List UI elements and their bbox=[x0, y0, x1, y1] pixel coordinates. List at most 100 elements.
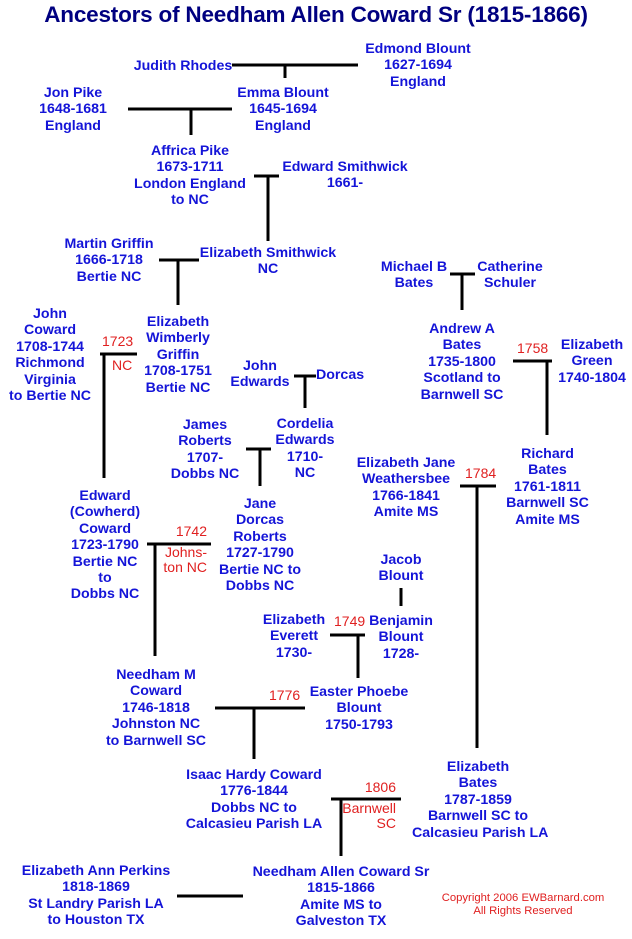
person-name: Martin Griffin bbox=[64, 236, 154, 252]
marriage-1749: 1749 bbox=[334, 614, 365, 629]
person-name: Elizabeth Smithwick bbox=[199, 245, 337, 261]
person-name: Emma Blount bbox=[237, 85, 329, 101]
person-dates: 1666-1718 bbox=[75, 252, 143, 269]
person-john-coward: John Coward 1708-1744 Richmond Virginia … bbox=[5, 306, 95, 404]
person-place: Dobbs NC to bbox=[211, 799, 297, 816]
person-dates: 1710- bbox=[286, 448, 324, 465]
person-martin-griffin: Martin Griffin 1666-1718 Bertie NC bbox=[59, 236, 159, 285]
person-name: Everett bbox=[269, 628, 319, 645]
person-name: Edwards bbox=[275, 432, 335, 449]
person-place: Bertie NC to bbox=[219, 561, 301, 578]
person-place: NC bbox=[294, 465, 316, 482]
person-place: Scotland to bbox=[423, 370, 501, 387]
person-elizabeth-smithwick: Elizabeth Smithwick NC bbox=[199, 245, 337, 278]
person-elizabeth-wimberly-griffin: Elizabeth Wimberly Griffin 1708-1751 Ber… bbox=[138, 314, 218, 396]
person-name: Edward Smithwick bbox=[282, 159, 408, 175]
person-dates: 1735-1800 bbox=[428, 353, 496, 370]
person-dates: 1787-1859 bbox=[444, 791, 512, 808]
person-place: Dobbs NC bbox=[170, 466, 240, 483]
person-benjamin-blount: Benjamin Blount 1728- bbox=[366, 613, 436, 662]
person-place: Johnston NC bbox=[111, 716, 201, 733]
person-name: Wimberly bbox=[146, 330, 210, 347]
person-name: Edward bbox=[79, 488, 131, 504]
person-name: Edwards bbox=[230, 374, 290, 391]
person-name: Dorcas bbox=[235, 512, 285, 529]
person-name: Griffin bbox=[156, 346, 200, 363]
person-name: Jon Pike bbox=[43, 85, 103, 101]
person-affrica-pike: Affrica Pike 1673-1711 London England to… bbox=[130, 143, 250, 209]
person-dates: 1708-1751 bbox=[144, 363, 212, 380]
person-name: Benjamin bbox=[369, 613, 433, 629]
person-place: London England bbox=[134, 175, 246, 192]
person-dates: 1627-1694 bbox=[384, 57, 452, 74]
person-name: Andrew A bbox=[429, 321, 495, 337]
marriage-year: 1776 bbox=[269, 687, 301, 703]
person-elizabeth-bates: Elizabeth Bates 1787-1859 Barnwell SC to… bbox=[412, 759, 548, 841]
marriage-1776: 1776 bbox=[269, 688, 300, 703]
person-dates: 1708-1744 bbox=[16, 338, 84, 355]
person-jacob-blount: Jacob Blount bbox=[368, 552, 434, 585]
person-place: to NC bbox=[171, 192, 209, 209]
person-place: Bertie NC bbox=[145, 379, 211, 396]
person-dates: 1776-1844 bbox=[220, 783, 288, 800]
person-name: Elizabeth bbox=[560, 337, 624, 353]
person-name: Needham M bbox=[116, 667, 196, 683]
person-name: Blount bbox=[378, 568, 424, 585]
person-name: Needham Allen Coward Sr bbox=[252, 864, 430, 880]
person-name: Jacob bbox=[380, 552, 422, 568]
person-dates: 1728- bbox=[382, 645, 420, 662]
person-dates: 1750-1793 bbox=[325, 716, 393, 733]
marriage-year: 1742 bbox=[175, 523, 207, 539]
marriage-place: Barnwell bbox=[342, 800, 396, 816]
marriage-place: NC bbox=[112, 357, 133, 373]
person-name: Elizabeth bbox=[262, 612, 326, 628]
person-needham-m-coward: Needham M Coward 1746-1818 Johnston NC t… bbox=[100, 667, 212, 749]
person-name: Edmond Blount bbox=[365, 41, 471, 57]
person-dates: 1818-1869 bbox=[62, 879, 130, 896]
person-place: Dobbs NC bbox=[225, 578, 295, 595]
person-place: Barnwell SC bbox=[506, 495, 589, 512]
person-place: Bertie NC bbox=[72, 553, 138, 570]
person-catherine-schuler: Catherine Schuler bbox=[474, 259, 546, 292]
marriage-place: SC bbox=[376, 815, 396, 831]
person-dates: 1707- bbox=[186, 449, 224, 466]
person-name: Elizabeth bbox=[446, 759, 510, 775]
person-dates: 1815-1866 bbox=[307, 880, 375, 897]
marriage-year: 1806 bbox=[364, 779, 396, 795]
person-place: Barnwell SC bbox=[420, 386, 504, 403]
person-name: Green bbox=[571, 353, 613, 370]
marriage-year: 1723 bbox=[102, 333, 134, 349]
person-place: Bertie NC bbox=[76, 268, 142, 285]
person-name: Blount bbox=[378, 629, 424, 646]
person-john-edwards: John Edwards bbox=[230, 358, 290, 391]
person-name: Judith Rhodes bbox=[133, 58, 233, 74]
person-name: (Cowherd) bbox=[69, 504, 141, 521]
person-place: to Bertie NC bbox=[9, 388, 91, 405]
person-place: Calcasieu Parish LA bbox=[185, 816, 323, 833]
person-dates: 1673-1711 bbox=[156, 159, 224, 176]
marriage-1784: 1784 bbox=[465, 466, 496, 481]
marriage-1742: 1742 Johns- ton NC bbox=[163, 524, 207, 575]
person-place: Virginia bbox=[24, 371, 76, 388]
person-name: Jane bbox=[243, 496, 277, 512]
person-dates: 1761-1811 bbox=[513, 478, 582, 495]
person-dates: 1766-1841 bbox=[372, 487, 440, 504]
copyright-notice: Copyright 2006 EWBarnard.com All Rights … bbox=[433, 892, 613, 918]
person-name: Dorcas bbox=[316, 367, 365, 383]
person-name: James bbox=[182, 417, 228, 433]
person-name: Coward bbox=[23, 322, 77, 339]
person-place: Barnwell SC to bbox=[427, 808, 529, 825]
person-dates: 1645-1694 bbox=[249, 101, 317, 118]
person-edward-cowherd-coward: Edward (Cowherd) Coward 1723-1790 Bertie… bbox=[63, 488, 147, 603]
person-place: England bbox=[255, 117, 311, 134]
person-name: Coward bbox=[129, 683, 183, 700]
person-elizabeth-green: Elizabeth Green 1740-1804 bbox=[554, 337, 630, 386]
person-name: Bates bbox=[528, 462, 567, 479]
person-dates: 1730- bbox=[275, 644, 313, 661]
person-name: Cordelia bbox=[276, 416, 334, 432]
person-dates: 1723-1790 bbox=[71, 537, 139, 554]
person-name: Blount bbox=[336, 700, 382, 717]
marriage-year: 1758 bbox=[517, 340, 549, 356]
person-place: Galveston TX bbox=[295, 913, 387, 930]
person-isaac-hardy-coward: Isaac Hardy Coward 1776-1844 Dobbs NC to… bbox=[180, 767, 328, 833]
